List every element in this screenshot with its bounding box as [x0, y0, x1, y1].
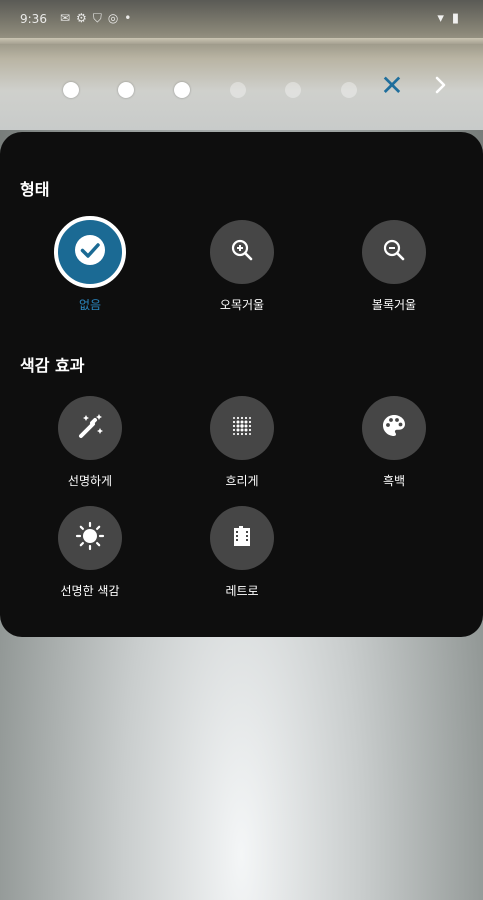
option-none-label: 없음	[78, 298, 102, 312]
section-title-color-effect: 색감 효과	[20, 356, 85, 375]
page-dot-4	[230, 82, 246, 98]
option-blur[interactable]: 흐리게	[182, 396, 302, 489]
option-concave-mirror-button[interactable]	[210, 220, 274, 284]
section-title-shape: 형태	[20, 180, 50, 199]
chevron-right-icon[interactable]	[429, 70, 453, 100]
option-vivid-color[interactable]: 선명한 색감	[30, 506, 150, 599]
option-convex-mirror-label: 볼록거울	[371, 298, 417, 312]
option-none-button[interactable]	[54, 216, 126, 288]
brightness-icon	[74, 520, 106, 556]
page-indicator	[0, 82, 483, 102]
zoom-in-icon	[229, 237, 255, 267]
page-dot-3	[174, 82, 190, 98]
option-none[interactable]: 없음	[30, 216, 150, 313]
option-vivid-color-button[interactable]	[58, 506, 122, 570]
option-convex-mirror[interactable]: 볼록거울	[334, 220, 454, 313]
blur-grid-icon	[228, 412, 256, 444]
option-retro-button[interactable]	[210, 506, 274, 570]
close-icon[interactable]: ✕	[378, 72, 406, 100]
zoom-out-icon	[381, 237, 407, 267]
option-black-white-button[interactable]	[362, 396, 426, 460]
option-black-white-label: 흑백	[382, 474, 406, 488]
option-blur-button[interactable]	[210, 396, 274, 460]
status-system-icons: ▾▮	[437, 11, 467, 26]
option-retro-label: 레트로	[225, 584, 259, 598]
effects-panel: 형태 없음 오목거울 볼록거울 색감 효과 선명하게 흐리게 흑백 선명한 색감…	[0, 132, 483, 637]
page-dot-6	[341, 82, 357, 98]
option-concave-mirror-label: 오목거울	[219, 298, 265, 312]
option-concave-mirror[interactable]: 오목거울	[182, 220, 302, 313]
palette-icon	[379, 411, 409, 445]
option-black-white[interactable]: 흑백	[334, 396, 454, 489]
option-sharpen[interactable]: 선명하게	[30, 396, 150, 489]
status-notification-icons: ✉⚙⛉◎•	[60, 11, 138, 25]
option-blur-label: 흐리게	[225, 474, 259, 488]
status-time: 9:36	[20, 12, 47, 26]
option-retro[interactable]: 레트로	[182, 506, 302, 599]
option-convex-mirror-button[interactable]	[362, 220, 426, 284]
status-bar: 9:36 ✉⚙⛉◎• ▾▮	[0, 0, 483, 40]
option-vivid-color-label: 선명한 색감	[60, 584, 120, 598]
page-dot-1	[63, 82, 79, 98]
magic-wand-icon	[73, 409, 107, 447]
option-sharpen-label: 선명하게	[67, 474, 113, 488]
check-icon	[72, 232, 108, 272]
page-dot-5	[285, 82, 301, 98]
page-dot-2	[118, 82, 134, 98]
option-sharpen-button[interactable]	[58, 396, 122, 460]
film-icon	[228, 522, 256, 554]
